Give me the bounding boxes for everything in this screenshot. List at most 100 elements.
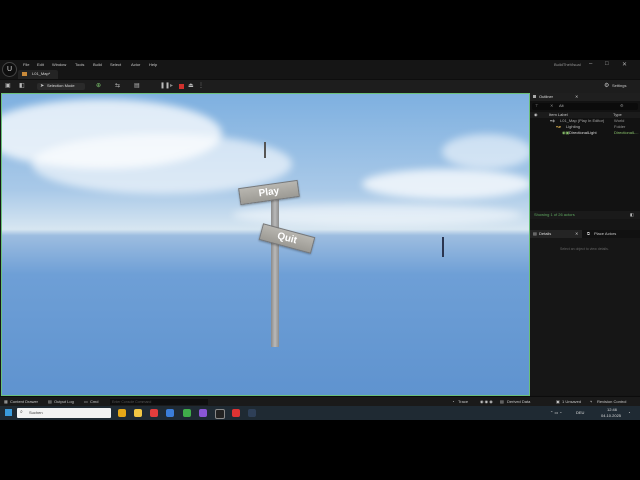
add-actor-icon[interactable]: ⊕ (96, 83, 101, 90)
folder-app-icon[interactable] (134, 409, 142, 417)
cloud (32, 134, 292, 194)
settings-gear-icon[interactable]: ⚙ (604, 83, 609, 90)
cloud (362, 169, 529, 199)
details-empty-text: Select an object to view details. (560, 247, 609, 251)
revision-control-button[interactable]: Revision Control (597, 399, 626, 405)
project-name: BuildTheVisual (554, 62, 581, 67)
maximize-icon[interactable]: □ (605, 61, 609, 67)
menu-edit[interactable]: Edit (37, 62, 44, 68)
details-panel: ▤ Details ✕ ⧉ Place Actors Select an obj… (530, 230, 640, 395)
app-icon-files[interactable] (118, 409, 126, 417)
menu-file[interactable]: File (23, 62, 29, 68)
outliner-header: Outliner ✕ (530, 93, 640, 101)
trace-icon: ◔ (452, 399, 455, 404)
console-input[interactable]: Enter Console Command (110, 399, 208, 405)
level-viewport[interactable]: Play Quit (1, 93, 530, 396)
tab-place-actors[interactable]: ⧉ Place Actors (584, 230, 638, 238)
selection-mode-label: Selection Mode (47, 83, 75, 88)
close-tab-icon[interactable]: ✕ (575, 231, 578, 237)
revision-control-icon: ⑂ (590, 399, 593, 404)
outliner-row[interactable]: ◉▣ DirectionalLight DirectionalL... (530, 130, 640, 136)
row-label: DirectionalLight (569, 130, 597, 135)
app-icon-record[interactable] (232, 409, 240, 417)
app-icon-blue[interactable] (166, 409, 174, 417)
viewport-icons[interactable]: ◉ ◉ ◉ (480, 399, 493, 405)
app-icon-purple[interactable] (199, 409, 207, 417)
step-icon[interactable]: ▸ (170, 83, 173, 90)
outliner-status-bar: Showing 1 of 26 actors ◧ (530, 211, 640, 219)
light-gizmo-icon[interactable] (264, 142, 266, 158)
chrome-icon[interactable] (183, 409, 191, 417)
cmd-dropdown[interactable]: Cmd (90, 399, 98, 405)
outliner-title: Outliner (539, 94, 554, 99)
view-options-icon[interactable]: ◧ (630, 212, 634, 218)
search-label: Suchen (29, 410, 43, 415)
outliner-settings-icon[interactable]: ⚙ (620, 103, 624, 109)
cinematics-icon[interactable]: ▤ (134, 83, 140, 90)
filter-icon[interactable]: ⊤ (535, 103, 538, 109)
outliner-icon (533, 95, 536, 98)
eject-icon[interactable]: ⏏ (188, 83, 194, 90)
unreal-logo-icon[interactable]: U (2, 62, 17, 77)
row-type: DirectionalL... (614, 130, 639, 135)
menu-build[interactable]: Build (93, 62, 102, 68)
app-icon-red[interactable] (150, 409, 158, 417)
clock-date[interactable]: 04.10.2025 (601, 413, 621, 419)
derived-data-button[interactable]: Derived Data (507, 399, 530, 405)
taskbar-search-input[interactable]: ⌕ Suchen (17, 408, 111, 418)
terminal-icon: ▭ (84, 399, 88, 404)
content-drawer-icon: ▦ (4, 399, 8, 404)
save-icon[interactable]: ▣ (5, 83, 11, 90)
notification-icon[interactable]: ◔ (628, 410, 630, 416)
clear-icon[interactable]: ✕ (550, 103, 553, 109)
menu-select[interactable]: Select (110, 62, 121, 68)
outliner-search-input[interactable]: ⊤ ✕ Alt ⚙ (532, 103, 638, 110)
place-actors-icon: ⧉ (587, 231, 590, 236)
app-icon-dark[interactable] (248, 409, 256, 417)
details-tab-label: Details (539, 231, 552, 236)
play-options-icon[interactable]: ⋮ (198, 83, 204, 90)
level-tab-label: L01_Map* (32, 71, 51, 76)
details-header: ▤ Details ✕ ⧉ Place Actors (530, 230, 640, 238)
place-actors-label: Place Actors (594, 231, 617, 236)
minimize-icon[interactable]: – (589, 61, 592, 67)
sign-pole (271, 197, 279, 347)
cloud (442, 134, 529, 169)
selection-mode-dropdown[interactable]: ➤ Selection Mode (37, 83, 85, 90)
menu-bar: U File Edit Window Tools Build Select Ac… (0, 60, 640, 77)
windows-start-icon[interactable] (5, 409, 12, 416)
language-indicator[interactable]: DEU (576, 410, 584, 416)
browse-icon[interactable]: ◧ (19, 83, 25, 90)
trace-button[interactable]: Trace (458, 399, 468, 405)
stop-icon[interactable] (179, 84, 184, 89)
close-icon[interactable]: ✕ (622, 61, 627, 68)
outliner-panel: Outliner ✕ ⊤ ✕ Alt ⚙ ◉ Item Label Type ▾… (530, 93, 640, 219)
pause-icon[interactable]: ❚❚ (160, 83, 170, 90)
unreal-taskbar-icon[interactable] (215, 409, 225, 419)
quit-sign[interactable]: Quit (258, 223, 316, 254)
outliner-status: Showing 1 of 26 actors (534, 212, 575, 217)
output-log-icon: ▤ (48, 399, 52, 404)
level-icon (22, 72, 27, 76)
settings-label[interactable]: Settings (612, 83, 626, 89)
menu-help[interactable]: Help (149, 62, 157, 68)
derived-data-icon: ▤ (500, 399, 504, 404)
level-tab[interactable]: L01_Map* (18, 70, 58, 79)
unsaved-button[interactable]: 1 Unsaved (562, 399, 581, 405)
tray-icons[interactable]: ⌃ ▭ ◔ (550, 410, 562, 416)
close-tab-icon[interactable]: ✕ (575, 94, 578, 100)
menu-actor[interactable]: Actor (131, 62, 140, 68)
menu-tools[interactable]: Tools (75, 62, 84, 68)
unreal-editor-window: U File Edit Window Tools Build Select Ac… (0, 60, 640, 420)
details-icon: ▤ (533, 231, 537, 236)
player-start-icon[interactable] (442, 237, 444, 257)
unsaved-icon: ▣ (556, 399, 560, 404)
search-icon: ⌕ (20, 409, 23, 415)
content-drawer-button[interactable]: Content Drawer (10, 399, 38, 405)
menu-window[interactable]: Window (52, 62, 66, 68)
blueprint-icon[interactable]: ⇆ (115, 83, 120, 90)
cursor-icon: ➤ (40, 83, 45, 89)
output-log-button[interactable]: Output Log (54, 399, 74, 405)
tab-details[interactable]: ▤ Details ✕ (530, 230, 582, 238)
search-query: Alt (559, 103, 564, 108)
